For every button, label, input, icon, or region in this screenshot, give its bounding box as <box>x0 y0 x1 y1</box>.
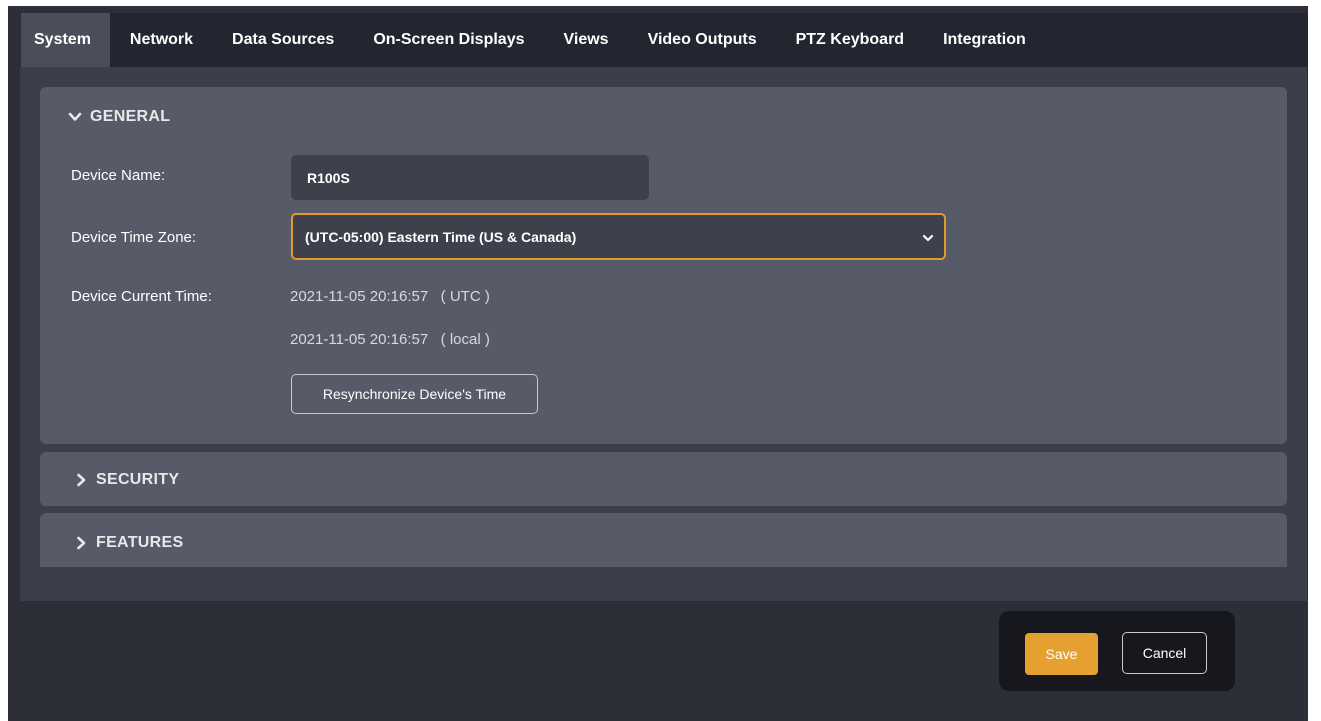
tab-label: System <box>34 31 91 48</box>
features-header[interactable]: FEATURES <box>74 534 183 552</box>
resync-time-button[interactable]: Resynchronize Device's Time <box>291 374 538 414</box>
features-panel: FEATURES <box>40 513 1287 567</box>
security-panel: SECURITY <box>40 452 1287 506</box>
settings-content: GENERAL Device Name: R100S Device Time Z… <box>20 67 1307 601</box>
tab-integration[interactable]: Integration <box>924 13 1046 67</box>
time-zone-value: (UTC-05:00) Eastern Time (US & Canada) <box>305 228 577 245</box>
tab-data-sources[interactable]: Data Sources <box>213 13 354 67</box>
tab-system[interactable]: System <box>21 13 110 67</box>
time-zone-select[interactable]: (UTC-05:00) Eastern Time (US & Canada) <box>291 213 946 260</box>
cancel-label: Cancel <box>1142 645 1187 661</box>
caret-down-icon <box>922 231 934 243</box>
general-title: GENERAL <box>90 108 171 125</box>
tab-views[interactable]: Views <box>544 13 628 67</box>
time-zone-label: Device Time Zone: <box>71 229 197 246</box>
chevron-right-icon <box>74 473 88 487</box>
device-name-value: R100S <box>307 169 350 186</box>
chevron-right-icon <box>74 536 88 550</box>
general-header[interactable]: GENERAL <box>68 108 170 126</box>
chevron-down-icon <box>68 110 82 124</box>
tab-network[interactable]: Network <box>110 13 213 67</box>
tab-label: Views <box>563 31 609 48</box>
action-bar: Save Cancel <box>999 611 1235 691</box>
tab-label: PTZ Keyboard <box>795 31 905 48</box>
device-name-field[interactable]: R100S <box>291 155 649 200</box>
tab-ptz-keyboard[interactable]: PTZ Keyboard <box>777 13 924 67</box>
cancel-button[interactable]: Cancel <box>1122 632 1207 674</box>
current-time-label: Device Current Time: <box>71 288 212 305</box>
tab-bar: System Network Data Sources On-Screen Di… <box>21 13 1308 67</box>
tab-label: On-Screen Displays <box>373 31 525 48</box>
tab-label: Network <box>129 31 194 48</box>
features-title: FEATURES <box>96 534 184 551</box>
device-name-label: Device Name: <box>71 167 166 184</box>
tab-label: Video Outputs <box>647 31 757 48</box>
general-panel: GENERAL Device Name: R100S Device Time Z… <box>40 87 1287 444</box>
save-button[interactable]: Save <box>1025 633 1098 675</box>
tab-on-screen-displays[interactable]: On-Screen Displays <box>354 13 544 67</box>
tab-label: Data Sources <box>232 31 335 48</box>
security-title: SECURITY <box>96 471 180 488</box>
save-label: Save <box>1045 646 1078 662</box>
utc-time-value: 2021-11-05 20:16:57 ( UTC ) <box>290 288 490 305</box>
security-header[interactable]: SECURITY <box>74 471 179 489</box>
tab-video-outputs[interactable]: Video Outputs <box>629 13 777 67</box>
local-time-value: 2021-11-05 20:16:57 ( local ) <box>290 331 490 348</box>
tab-label: Integration <box>943 31 1026 48</box>
resync-time-label: Resynchronize Device's Time <box>322 386 507 402</box>
